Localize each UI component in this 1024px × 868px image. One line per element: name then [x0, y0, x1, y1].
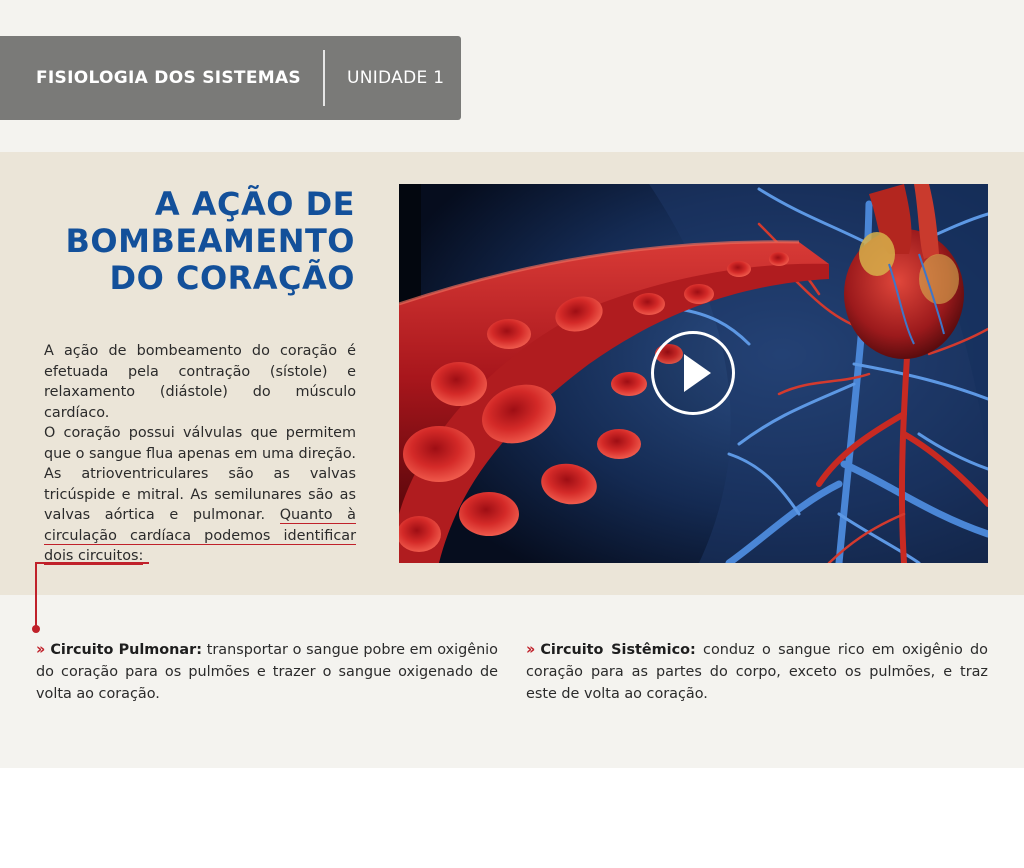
- body-text: A ação de bombeamento do coração é efetu…: [36, 341, 356, 567]
- circuit-pulmonary: ›› Circuito Pulmonar: transportar o sangu…: [36, 638, 498, 705]
- course-title: FISIOLOGIA DOS SISTEMAS: [36, 68, 301, 88]
- header-tab: FISIOLOGIA DOS SISTEMAS UNIDADE 1: [0, 36, 461, 120]
- title-line-1: A AÇÃO DE: [154, 185, 355, 223]
- play-icon: [683, 354, 711, 392]
- connector-line-horizontal: [35, 562, 149, 564]
- double-chevron-right-icon: ››: [526, 640, 536, 658]
- header-divider: [322, 50, 325, 106]
- title-line-2: BOMBEAMENTO: [65, 222, 355, 260]
- connector-dot: [32, 625, 40, 633]
- connector-line-vertical: [35, 562, 37, 628]
- unit-label: UNIDADE 1: [346, 68, 445, 88]
- circuit-systemic: ›› Circuito Sistêmico: conduz o sangue ri…: [526, 638, 988, 705]
- video-player[interactable]: [399, 184, 988, 563]
- circuit-systemic-name: Circuito Sistêmico:: [540, 642, 696, 658]
- circuit-pulmonary-name: Circuito Pulmonar:: [50, 642, 202, 658]
- paragraph-pumping: A ação de bombeamento do coração é efetu…: [44, 343, 356, 421]
- title-line-3: DO CORAÇÃO: [109, 259, 355, 297]
- double-chevron-right-icon: ››: [36, 640, 46, 658]
- paragraph-valves: O coração possui válvulas que permitem q…: [36, 423, 356, 567]
- play-button[interactable]: [651, 331, 735, 415]
- page-title: A AÇÃO DE BOMBEAMENTO DO CORAÇÃO: [60, 186, 355, 297]
